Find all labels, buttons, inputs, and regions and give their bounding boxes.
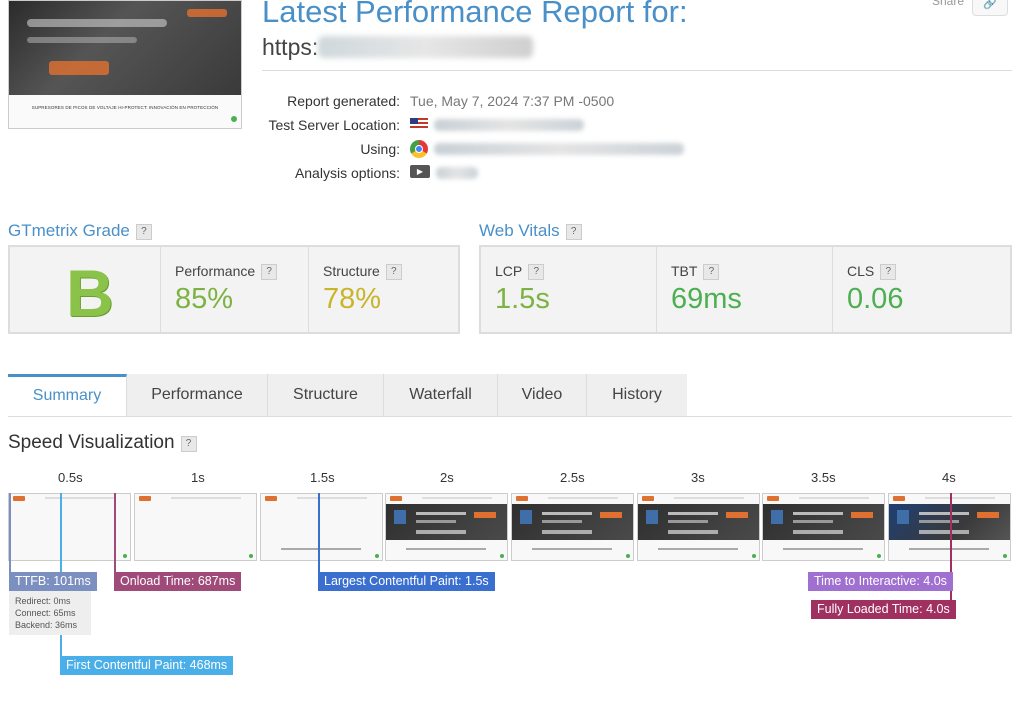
tti-label[interactable]: Time to Interactive: 4.0s — [808, 572, 953, 591]
cls-label: CLS — [847, 263, 875, 279]
ttfb-label[interactable]: TTFB: 101ms — [9, 572, 97, 591]
structure-cell: Structure? 78% — [309, 247, 458, 332]
speed-visualization-heading: Speed Visualization? — [8, 432, 197, 454]
fully-loaded-label[interactable]: Fully Loaded Time: 4.0s — [811, 600, 956, 619]
share-button[interactable]: 🔗 — [972, 0, 1008, 16]
filmstrip-frame[interactable] — [260, 493, 383, 561]
page-screenshot-thumbnail[interactable]: SUPRESORES DE PICOS DE VOLTAJE HI-PROTEC… — [8, 0, 242, 129]
tick-label: 2s — [440, 470, 454, 485]
thumbnail-caption: SUPRESORES DE PICOS DE VOLTAJE HI-PROTEC… — [31, 105, 219, 110]
filmstrip-frame[interactable] — [637, 493, 760, 561]
performance-cell: Performance? 85% — [161, 247, 309, 332]
help-icon[interactable]: ? — [703, 264, 720, 280]
tick-label: 3s — [691, 470, 705, 485]
backend-time: Backend: 36ms — [15, 620, 78, 630]
filmstrip-frame[interactable] — [511, 493, 634, 561]
help-icon[interactable]: ? — [135, 224, 152, 240]
report-generated-label: Report generated: — [287, 93, 400, 109]
tab-divider — [8, 416, 1012, 417]
lcp-marker-line — [318, 493, 320, 573]
lcp-value: 1.5s — [495, 283, 550, 315]
lcp-label[interactable]: Largest Contentful Paint: 1.5s — [318, 572, 495, 591]
ttfb-breakdown: Redirect: 0ms Connect: 65ms Backend: 36m… — [9, 591, 91, 635]
redirect-time: Redirect: 0ms — [15, 596, 71, 606]
report-generated-value: Tue, May 7, 2024 7:37 PM -0500 — [410, 93, 615, 109]
gtmetrix-grade-panel: B Performance? 85% Structure? 78% — [8, 245, 460, 334]
tab-summary[interactable]: Summary — [8, 374, 127, 416]
filmstrip-frame[interactable] — [134, 493, 257, 561]
tbt-value: 69ms — [671, 283, 742, 315]
web-vitals-heading: Web Vitals? — [479, 221, 582, 241]
share-label: Share — [932, 0, 965, 8]
structure-label: Structure — [323, 263, 380, 279]
tick-label: 1s — [191, 470, 205, 485]
tick-label: 4s — [942, 470, 956, 485]
gtmetrix-grade-heading: GTmetrix Grade? — [8, 221, 152, 241]
analysis-options-label: Analysis options: — [294, 165, 400, 181]
help-icon[interactable]: ? — [261, 264, 278, 280]
video-icon: ▶ — [410, 165, 430, 178]
tbt-cell: TBT? 69ms — [657, 247, 833, 332]
tick-label: 2.5s — [560, 470, 585, 485]
divider — [262, 70, 1012, 71]
status-dot-icon — [231, 116, 237, 122]
lcp-cell: LCP? 1.5s — [481, 247, 657, 332]
redacted-browser — [434, 143, 684, 155]
tab-structure[interactable]: Structure — [268, 374, 384, 416]
performance-value: 85% — [175, 283, 234, 315]
structure-value: 78% — [323, 283, 382, 315]
test-server-label: Test Server Location: — [268, 117, 400, 133]
onload-marker-line — [114, 493, 116, 573]
help-icon[interactable]: ? — [180, 436, 197, 452]
report-url[interactable]: https: — [262, 34, 318, 61]
cls-cell: CLS? 0.06 — [833, 247, 1010, 332]
tbt-label: TBT — [671, 263, 698, 279]
grade-letter: B — [66, 256, 114, 330]
tab-performance[interactable]: Performance — [127, 374, 268, 416]
redacted-server — [434, 119, 584, 131]
grade-cell: B — [10, 247, 161, 332]
connect-time: Connect: 65ms — [15, 608, 76, 618]
filmstrip-frame[interactable] — [385, 493, 508, 561]
us-flag-icon — [410, 118, 428, 130]
tab-waterfall[interactable]: Waterfall — [384, 374, 498, 416]
help-icon[interactable]: ? — [565, 224, 582, 240]
filmstrip-frame[interactable] — [8, 493, 131, 561]
using-label: Using: — [360, 141, 400, 157]
chrome-icon — [410, 140, 428, 158]
lcp-label: LCP — [495, 263, 523, 279]
performance-label: Performance — [175, 263, 256, 279]
cls-value: 0.06 — [847, 283, 904, 315]
tab-video[interactable]: Video — [498, 374, 587, 416]
redacted-options — [436, 167, 478, 179]
filmstrip-frame[interactable] — [762, 493, 885, 561]
tick-label: 0.5s — [58, 470, 83, 485]
tick-label: 3.5s — [811, 470, 836, 485]
report-tabs: Summary Performance Structure Waterfall … — [8, 374, 687, 416]
page-title: Latest Performance Report for: — [262, 0, 688, 29]
help-icon[interactable]: ? — [528, 264, 545, 280]
help-icon[interactable]: ? — [880, 264, 897, 280]
web-vitals-panel: LCP? 1.5s TBT? 69ms CLS? 0.06 — [479, 245, 1012, 334]
tick-label: 1.5s — [310, 470, 335, 485]
redacted-url — [318, 36, 533, 58]
tab-history[interactable]: History — [587, 374, 687, 416]
ttfb-marker-line — [9, 493, 11, 573]
help-icon[interactable]: ? — [385, 264, 402, 280]
fcp-label[interactable]: First Contentful Paint: 468ms — [60, 656, 234, 675]
onload-label[interactable]: Onload Time: 687ms — [114, 572, 242, 591]
